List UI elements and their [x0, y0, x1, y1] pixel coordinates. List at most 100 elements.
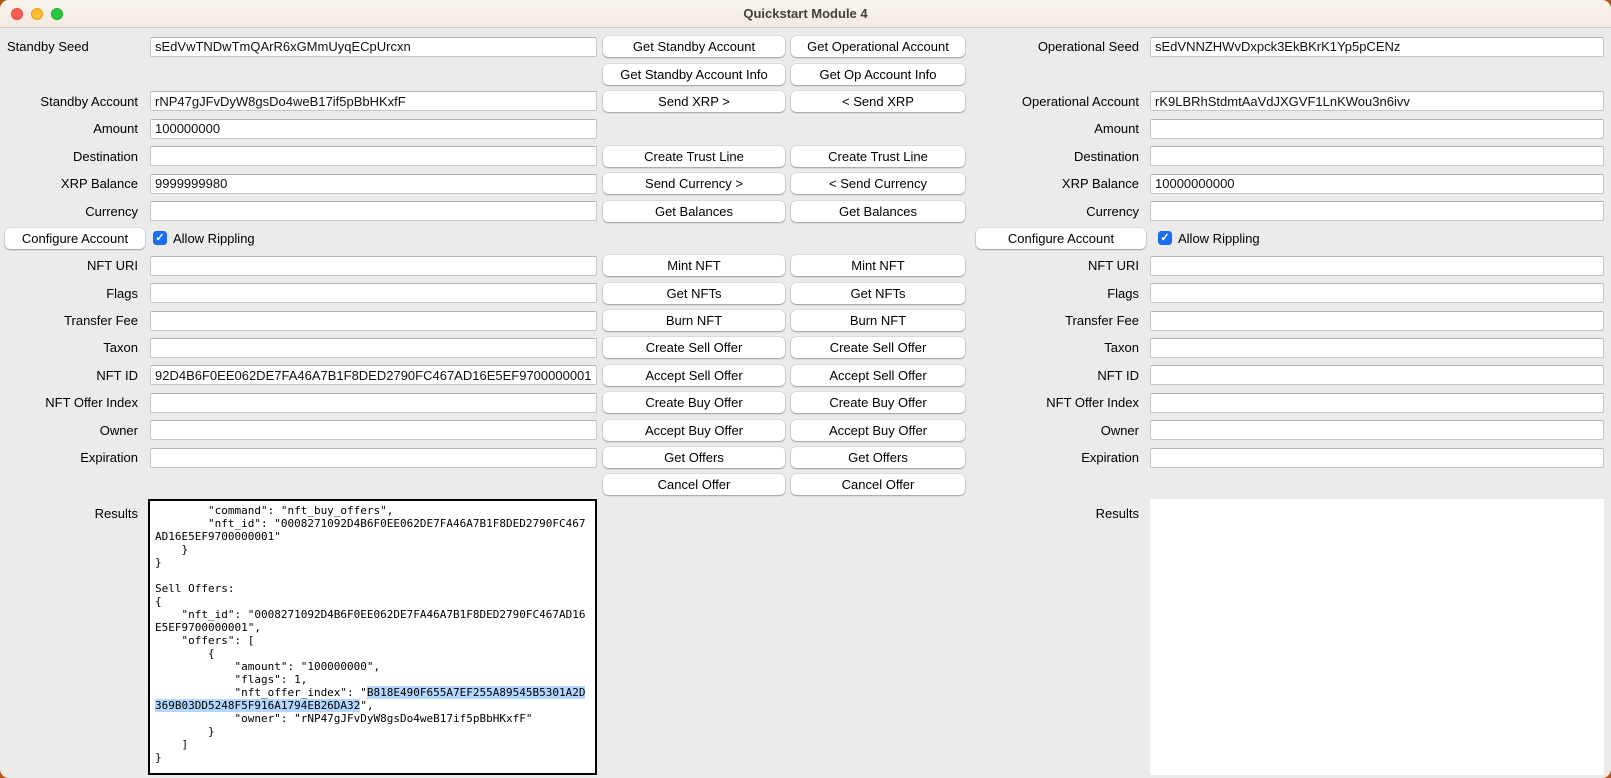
standby-taxon-label: Taxon [0, 340, 145, 355]
window-controls [11, 0, 63, 27]
operational-expiration-label: Expiration [965, 450, 1146, 465]
standby-amount-label: Amount [0, 121, 145, 136]
mint-nft-op-button[interactable]: Mint NFT [791, 255, 965, 276]
burn-nft-op-button[interactable]: Burn NFT [791, 310, 965, 331]
close-window-icon[interactable] [11, 8, 23, 20]
get-standby-account-info-button[interactable]: Get Standby Account Info [603, 64, 785, 85]
standby-taxon-input[interactable] [150, 338, 597, 358]
operational-currency-input[interactable] [1150, 201, 1604, 221]
send-currency-right-button[interactable]: Send Currency > [603, 173, 785, 194]
create-trust-line-op-button[interactable]: Create Trust Line [791, 146, 965, 167]
operational-nft-id-label: NFT ID [965, 368, 1146, 383]
configure-account-standby-button[interactable]: Configure Account [5, 228, 145, 249]
operational-nft-uri-input[interactable] [1150, 256, 1604, 276]
minimize-window-icon[interactable] [31, 8, 43, 20]
standby-nft-offer-index-label: NFT Offer Index [0, 395, 145, 410]
cancel-offer-standby-button[interactable]: Cancel Offer [603, 474, 785, 495]
operational-transfer-fee-input[interactable] [1150, 311, 1604, 331]
get-standby-account-button[interactable]: Get Standby Account [603, 36, 785, 57]
send-xrp-left-button[interactable]: < Send XRP [791, 91, 965, 112]
results-text-pre: "command": "nft_buy_offers", "nft_id": "… [155, 504, 585, 699]
operational-amount-label: Amount [965, 121, 1146, 136]
standby-flags-label: Flags [0, 286, 145, 301]
get-op-account-info-button[interactable]: Get Op Account Info [791, 64, 965, 85]
standby-seed-label: Standby Seed [0, 39, 145, 54]
get-balances-op-button[interactable]: Get Balances [791, 201, 965, 222]
create-trust-line-standby-button[interactable]: Create Trust Line [603, 146, 785, 167]
get-operational-account-button[interactable]: Get Operational Account [791, 36, 965, 57]
operational-xrp-balance-input[interactable] [1150, 174, 1604, 194]
main-form: Standby Seed Get Standby Account Get Ope… [0, 28, 1611, 775]
operational-destination-input[interactable] [1150, 146, 1604, 166]
operational-owner-input[interactable] [1150, 420, 1604, 440]
accept-sell-offer-standby-button[interactable]: Accept Sell Offer [603, 365, 785, 386]
operational-account-label: Operational Account [965, 94, 1146, 109]
operational-expiration-input[interactable] [1150, 448, 1604, 468]
zoom-window-icon[interactable] [51, 8, 63, 20]
app-window: Quickstart Module 4 Standby Seed Get Sta… [0, 0, 1611, 778]
standby-nft-offer-index-input[interactable] [150, 393, 597, 413]
get-offers-standby-button[interactable]: Get Offers [603, 447, 785, 468]
standby-xrp-balance-input[interactable] [150, 174, 597, 194]
operational-seed-input[interactable] [1150, 37, 1604, 57]
create-sell-offer-op-button[interactable]: Create Sell Offer [791, 337, 965, 358]
operational-flags-input[interactable] [1150, 283, 1604, 303]
operational-allow-rippling-label: Allow Rippling [1178, 231, 1260, 246]
standby-transfer-fee-input[interactable] [150, 311, 597, 331]
window-title: Quickstart Module 4 [743, 6, 867, 21]
standby-nft-uri-label: NFT URI [0, 258, 145, 273]
standby-expiration-input[interactable] [150, 448, 597, 468]
standby-currency-label: Currency [0, 204, 145, 219]
operational-nft-offer-index-label: NFT Offer Index [965, 395, 1146, 410]
standby-account-label: Standby Account [0, 94, 145, 109]
operational-currency-label: Currency [965, 204, 1146, 219]
operational-taxon-input[interactable] [1150, 338, 1604, 358]
operational-account-input[interactable] [1150, 91, 1604, 111]
standby-currency-input[interactable] [150, 201, 597, 221]
standby-owner-label: Owner [0, 423, 145, 438]
standby-allow-rippling-row: ✓ Allow Rippling [153, 231, 597, 246]
title-bar: Quickstart Module 4 [0, 0, 1611, 28]
standby-transfer-fee-label: Transfer Fee [0, 313, 145, 328]
create-buy-offer-standby-button[interactable]: Create Buy Offer [603, 392, 785, 413]
standby-results-label: Results [0, 499, 145, 521]
operational-owner-label: Owner [965, 423, 1146, 438]
standby-destination-input[interactable] [150, 146, 597, 166]
standby-xrp-balance-label: XRP Balance [0, 176, 145, 191]
accept-buy-offer-standby-button[interactable]: Accept Buy Offer [603, 420, 785, 441]
operational-results-textarea[interactable] [1150, 499, 1604, 775]
operational-taxon-label: Taxon [965, 340, 1146, 355]
send-currency-left-button[interactable]: < Send Currency [791, 173, 965, 194]
configure-account-op-button[interactable]: Configure Account [976, 228, 1146, 249]
get-balances-standby-button[interactable]: Get Balances [603, 201, 785, 222]
accept-sell-offer-op-button[interactable]: Accept Sell Offer [791, 365, 965, 386]
standby-amount-input[interactable] [150, 119, 597, 139]
standby-flags-input[interactable] [150, 283, 597, 303]
standby-account-input[interactable] [150, 91, 597, 111]
operational-amount-input[interactable] [1150, 119, 1604, 139]
standby-nft-id-input[interactable] [150, 365, 597, 385]
standby-allow-rippling-checkbox[interactable]: ✓ [153, 231, 167, 245]
standby-owner-input[interactable] [150, 420, 597, 440]
accept-buy-offer-op-button[interactable]: Accept Buy Offer [791, 420, 965, 441]
operational-flags-label: Flags [965, 286, 1146, 301]
standby-results-textarea[interactable]: "command": "nft_buy_offers", "nft_id": "… [148, 499, 597, 775]
get-offers-op-button[interactable]: Get Offers [791, 447, 965, 468]
burn-nft-standby-button[interactable]: Burn NFT [603, 310, 785, 331]
cancel-offer-op-button[interactable]: Cancel Offer [791, 474, 965, 495]
create-buy-offer-op-button[interactable]: Create Buy Offer [791, 392, 965, 413]
standby-nft-uri-input[interactable] [150, 256, 597, 276]
mint-nft-standby-button[interactable]: Mint NFT [603, 255, 785, 276]
operational-allow-rippling-row: ✓ Allow Rippling [1158, 231, 1604, 246]
create-sell-offer-standby-button[interactable]: Create Sell Offer [603, 337, 785, 358]
operational-results-label: Results [965, 499, 1146, 521]
operational-xrp-balance-label: XRP Balance [965, 176, 1146, 191]
standby-seed-input[interactable] [150, 37, 597, 57]
send-xrp-right-button[interactable]: Send XRP > [603, 91, 785, 112]
operational-nft-uri-label: NFT URI [965, 258, 1146, 273]
operational-nft-offer-index-input[interactable] [1150, 393, 1604, 413]
get-nfts-op-button[interactable]: Get NFTs [791, 283, 965, 304]
operational-nft-id-input[interactable] [1150, 365, 1604, 385]
operational-allow-rippling-checkbox[interactable]: ✓ [1158, 231, 1172, 245]
get-nfts-standby-button[interactable]: Get NFTs [603, 283, 785, 304]
